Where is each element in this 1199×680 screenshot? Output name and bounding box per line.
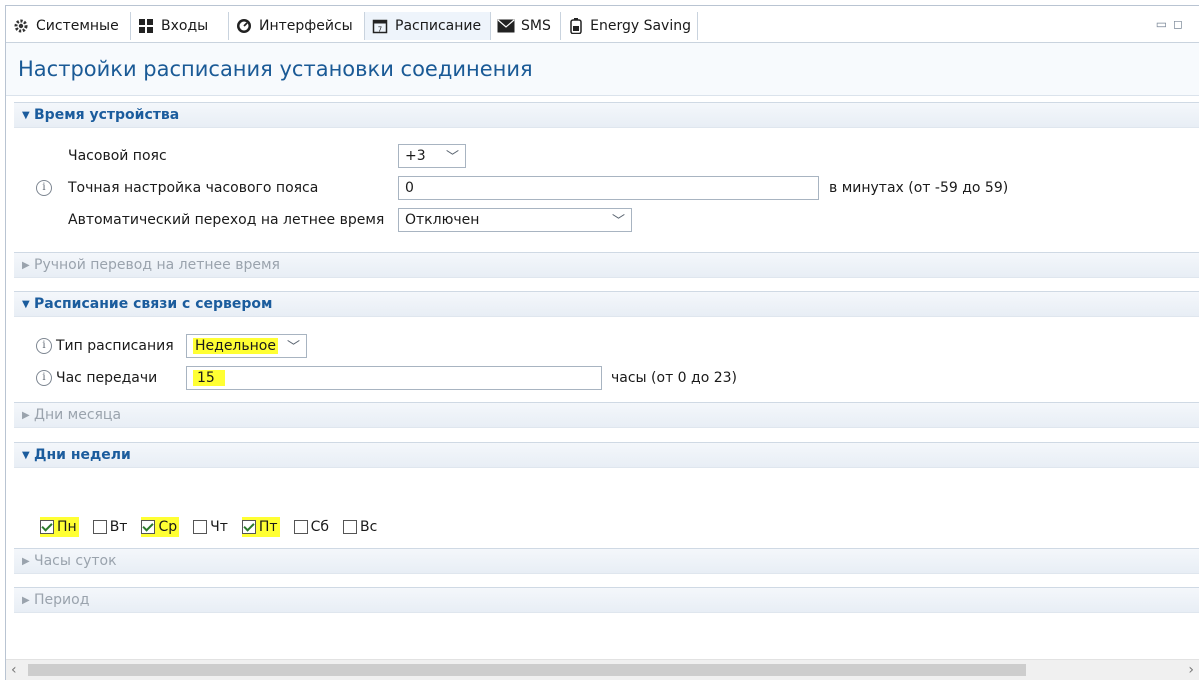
- hour-hint: часы (от 0 до 23): [611, 370, 738, 386]
- section-week-days[interactable]: ▼ Дни недели: [14, 442, 1199, 468]
- section-title: Время устройства: [34, 107, 180, 123]
- dst-label: Автоматический переход на летнее время: [68, 212, 385, 228]
- tab-label: Energy Saving: [590, 18, 691, 34]
- hour-label: Час передачи: [56, 370, 158, 386]
- checkbox[interactable]: [40, 520, 54, 534]
- tab-bar: Системные Входы Интерфейсы 7 Расписание …: [6, 6, 1199, 43]
- week-days-checkboxes: Пн Вт Ср Чт Пт Сб Вс: [40, 517, 391, 537]
- day-label: Ср: [158, 519, 178, 535]
- info-icon[interactable]: i: [36, 370, 52, 386]
- svg-text:7: 7: [378, 26, 382, 34]
- envelope-icon: [497, 17, 515, 35]
- section-title: Дни месяца: [34, 407, 122, 423]
- chevron-right-icon: ▶: [22, 409, 30, 421]
- section-title: Период: [34, 592, 90, 608]
- checkbox[interactable]: [241, 520, 256, 534]
- chevron-down-icon: ﹀: [445, 150, 459, 165]
- gauge-icon: [235, 17, 253, 35]
- editor-frame: Системные Входы Интерфейсы 7 Расписание …: [5, 5, 1199, 680]
- day-label: Вс: [360, 519, 378, 535]
- section-period[interactable]: ▶ Период: [14, 587, 1199, 613]
- chevron-right-icon[interactable]: ›: [1188, 662, 1194, 678]
- tab-label: Системные: [36, 18, 119, 34]
- tab-label: Входы: [161, 18, 209, 34]
- battery-icon: [567, 17, 584, 35]
- info-icon[interactable]: i: [36, 180, 52, 196]
- tz-fine-value: 0: [405, 180, 414, 196]
- dst-select[interactable]: Отключен ﹀: [398, 208, 632, 232]
- tab-schedule[interactable]: 7 Расписание: [365, 12, 491, 40]
- day-checkbox-fri[interactable]: Пт: [241, 517, 280, 537]
- horizontal-scrollbar[interactable]: ‹ ›: [6, 659, 1199, 680]
- checkbox[interactable]: [193, 520, 208, 534]
- section-day-hours[interactable]: ▶ Часы суток: [14, 548, 1199, 574]
- chevron-down-icon: ﹀: [611, 214, 625, 229]
- day-checkbox-tue[interactable]: Вт: [92, 517, 128, 537]
- tz-fine-hint: в минутах (от -59 до 59): [829, 180, 1009, 196]
- day-label: Пт: [258, 519, 278, 535]
- day-checkbox-sat[interactable]: Сб: [293, 517, 329, 537]
- info-icon[interactable]: i: [36, 338, 52, 354]
- timezone-select[interactable]: +3 ﹀: [398, 144, 466, 168]
- gear-icon: [12, 17, 30, 35]
- tab-label: Интерфейсы: [259, 18, 353, 34]
- section-month-days[interactable]: ▶ Дни месяца: [14, 402, 1199, 428]
- tab-interfaces[interactable]: Интерфейсы: [229, 12, 365, 40]
- section-device-time[interactable]: ▼ Время устройства: [14, 102, 1199, 128]
- day-checkbox-sun[interactable]: Вс: [343, 517, 377, 537]
- chevron-down-icon: ﹀: [286, 340, 300, 355]
- checkbox[interactable]: [343, 520, 357, 534]
- chevron-down-icon: ▼: [22, 298, 30, 310]
- tz-fine-label: Точная настройка часового пояса: [68, 180, 319, 196]
- schedule-type-label: Тип расписания: [56, 338, 174, 354]
- section-server-schedule[interactable]: ▼ Расписание связи с сервером: [14, 291, 1199, 317]
- tz-fine-input[interactable]: 0: [398, 176, 819, 200]
- day-checkbox-mon[interactable]: Пн: [40, 517, 79, 537]
- chevron-down-icon: ▼: [22, 449, 30, 461]
- hour-input[interactable]: 15: [186, 366, 602, 390]
- section-title: Дни недели: [34, 447, 131, 463]
- day-label: Чт: [210, 519, 228, 535]
- dst-value: Отключен: [405, 212, 480, 228]
- tab-label: SMS: [521, 18, 551, 34]
- page-title: Настройки расписания установки соединени…: [6, 43, 1199, 96]
- tab-energy-saving[interactable]: Energy Saving: [561, 12, 698, 40]
- checkbox[interactable]: [141, 520, 156, 534]
- checkbox[interactable]: [293, 520, 308, 534]
- section-title: Ручной перевод на летнее время: [34, 257, 280, 273]
- day-label: Вт: [109, 519, 128, 535]
- chevron-right-icon: ▶: [22, 555, 30, 567]
- section-title: Часы суток: [34, 553, 117, 569]
- timezone-label: Часовой пояс: [68, 148, 167, 164]
- tab-sms[interactable]: SMS: [491, 12, 561, 40]
- section-title: Расписание связи с сервером: [34, 296, 273, 312]
- day-label: Пн: [57, 519, 77, 535]
- tab-label: Расписание: [395, 18, 482, 34]
- schedule-type-select[interactable]: Недельное ﹀: [186, 334, 307, 358]
- chevron-right-icon: ▶: [22, 594, 30, 606]
- chevron-right-icon: ▶: [22, 259, 30, 271]
- day-checkbox-wed[interactable]: Ср: [141, 517, 180, 537]
- timezone-value: +3: [405, 148, 426, 164]
- calendar-icon: 7: [371, 17, 389, 35]
- grid-icon: [137, 17, 155, 35]
- tab-inputs[interactable]: Входы: [131, 12, 229, 40]
- tab-system[interactable]: Системные: [6, 12, 131, 40]
- hour-value: 15: [193, 370, 225, 386]
- chevron-left-icon[interactable]: ‹: [11, 662, 17, 678]
- day-label: Сб: [310, 519, 329, 535]
- chevron-down-icon: ▼: [22, 109, 30, 121]
- checkbox[interactable]: [92, 520, 107, 534]
- window-controls[interactable]: ▭◻: [1156, 17, 1189, 31]
- scrollbar-thumb[interactable]: [28, 664, 1026, 676]
- schedule-type-value: Недельное: [193, 338, 278, 354]
- day-checkbox-thu[interactable]: Чт: [193, 517, 228, 537]
- section-manual-dst[interactable]: ▶ Ручной перевод на летнее время: [14, 252, 1199, 278]
